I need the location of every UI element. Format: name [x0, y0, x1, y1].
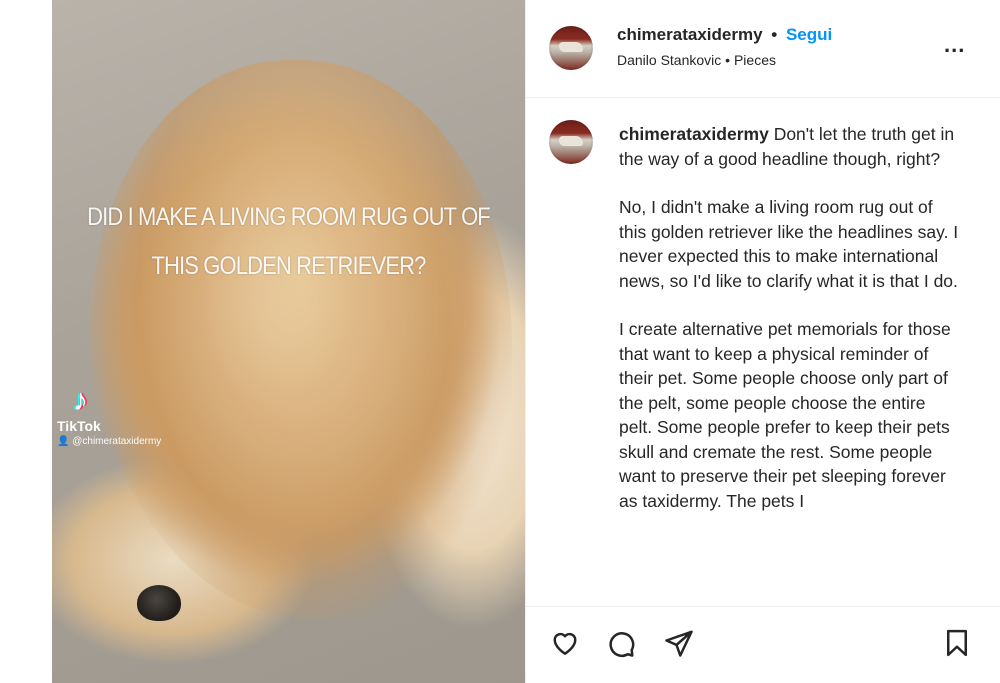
actions-divider — [526, 606, 1000, 607]
tiktok-handle: 👤 @chimerataxidermy — [57, 436, 162, 447]
caption-scroll-area[interactable]: chimerataxidermy Don't let the truth get… — [526, 98, 1000, 606]
avatar[interactable] — [549, 26, 593, 70]
follow-button[interactable]: Segui — [786, 25, 832, 44]
comment-icon[interactable] — [606, 628, 636, 658]
dog-pelt-image — [92, 60, 512, 620]
post-sidebar: chimerataxidermy • Segui Danilo Stankovi… — [525, 0, 1000, 683]
tiktok-logo-icon: ♪ — [73, 384, 88, 417]
tiktok-watermark: ♪ TikTok 👤 @chimerataxidermy — [57, 384, 162, 448]
overlay-text-line-1: DID I MAKE A LIVING ROOM RUG OUT OF — [87, 203, 491, 231]
post-header: chimerataxidermy • Segui — [617, 25, 832, 45]
caption-paragraph-1: chimerataxidermy Don't let the truth get… — [619, 122, 959, 171]
tiktok-brand: TikTok — [57, 418, 101, 434]
post-media[interactable]: DID I MAKE A LIVING ROOM RUG OUT OF THIS… — [52, 0, 525, 683]
separator-dot: • — [771, 25, 778, 44]
bookmark-icon[interactable] — [942, 628, 972, 658]
tiktok-handle-text: @chimerataxidermy — [72, 436, 162, 447]
caption: chimerataxidermy Don't let the truth get… — [619, 122, 959, 537]
caption-paragraph-2: No, I didn't make a living room rug out … — [619, 197, 959, 291]
post-subtitle[interactable]: Danilo Stankovic • Pieces — [617, 52, 776, 68]
more-options-icon[interactable]: ... — [944, 32, 965, 58]
username-link[interactable]: chimerataxidermy — [617, 25, 763, 44]
caption-username[interactable]: chimerataxidermy — [619, 124, 769, 144]
dog-nose — [137, 585, 181, 621]
caption-paragraph-3: I create alternative pet memorials for t… — [619, 319, 951, 511]
share-icon[interactable] — [664, 628, 694, 658]
heart-icon[interactable] — [550, 628, 580, 658]
caption-avatar[interactable] — [549, 120, 593, 164]
overlay-text-line-2: THIS GOLDEN RETRIEVER? — [151, 252, 426, 280]
